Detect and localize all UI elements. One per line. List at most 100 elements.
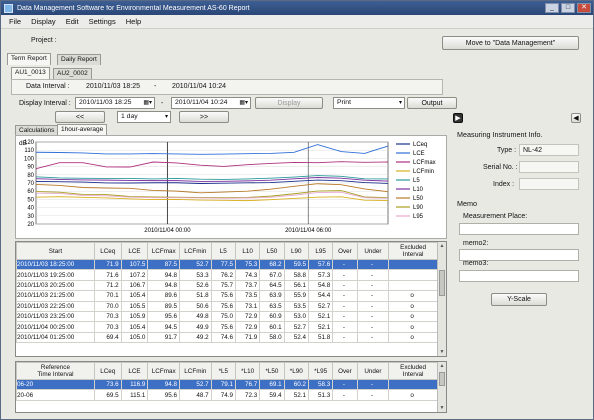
column-header[interactable]: L90 [283, 242, 309, 260]
table-cell: - [356, 389, 390, 401]
table-row[interactable]: 06-20 73.6 116.9 94.8 52.7 79.1 76.7 69.1 60.2 58… [16, 378, 438, 391]
column-header[interactable]: Over [332, 362, 358, 380]
table-row[interactable]: 20-06 69.5 115.1 95.6 48.7 74.9 72.3 59.4 52.1 51… [16, 389, 438, 401]
move-to-data-management-button[interactable]: Move to "Data Management" [442, 36, 579, 50]
serial-label: Serial No. : [483, 164, 518, 171]
project-label: Project : [31, 37, 57, 44]
table-row[interactable]: 2010/11/03 23:25:00 70.3 105.9 95.6 49.8 75.0… [16, 310, 438, 323]
menu-edit[interactable]: Edit [66, 17, 79, 26]
calendar-dropdown-icon[interactable]: ▦▾ [143, 99, 152, 106]
table-cell: 115.1 [120, 389, 149, 401]
table-cell: 2010/11/03 22:25:00 [16, 300, 95, 312]
calendar-dropdown-icon[interactable]: ▦▾ [239, 99, 248, 106]
scroll-down-icon[interactable]: ▼ [438, 348, 446, 356]
period-span-dropdown[interactable]: 1 day ▾ [117, 111, 171, 123]
app-icon [4, 3, 13, 13]
table-row[interactable]: 2010/11/03 20:25:00 71.2 106.7 94.8 52.6 75.7… [16, 279, 438, 292]
x-tick-label: 2010/11/04 00:00 [144, 228, 191, 234]
table-row[interactable]: 2010/11/03 18:25:00 71.9 107.5 87.5 52.7 77.5… [16, 258, 438, 271]
tab-term-report[interactable]: Term Report [7, 53, 51, 65]
scroll-thumb[interactable] [439, 270, 445, 296]
table-cell: - [356, 378, 390, 391]
output-button[interactable]: Output [407, 97, 457, 109]
memo3-field[interactable] [459, 270, 579, 282]
table-vertical-scrollbar[interactable]: ▲ ▼ [437, 362, 446, 412]
menu-help[interactable]: Help [126, 17, 141, 26]
table-row[interactable]: 2010/11/04 00:25:00 70.3 105.4 94.5 49.9 75.6… [16, 321, 438, 333]
table-row[interactable]: 2010/11/04 01:25:00 69.4 105.0 91.7 49.2 74.6… [16, 331, 438, 344]
table-cell: o [388, 321, 438, 333]
menu-file[interactable]: File [9, 17, 21, 26]
menu-display[interactable]: Display [31, 17, 56, 26]
close-icon[interactable]: ✕ [577, 3, 591, 13]
column-header[interactable]: LCFmin [179, 362, 212, 380]
minimize-icon[interactable]: _ [545, 3, 559, 13]
column-header[interactable]: *L5 [210, 362, 236, 380]
display-start-datetime[interactable]: 2010/11/03 18:25 ▦▾ [75, 97, 155, 109]
table-cell: - [332, 279, 358, 292]
table-cell: - [356, 290, 390, 302]
y-tick-label: 100 [24, 156, 35, 162]
column-header[interactable]: Excluded Interval [388, 362, 438, 380]
table-cell: 94.8 [147, 378, 181, 391]
hourly-results-grid: Start LCeq LCE LCFmax LCFmin L5 L10 L50 L90 L95 Ov… [16, 242, 438, 344]
column-header[interactable]: *L10 [234, 362, 261, 380]
maximize-icon[interactable]: □ [561, 3, 575, 13]
table-cell: - [332, 290, 358, 302]
column-header[interactable]: Under [356, 242, 390, 260]
column-header[interactable]: L10 [234, 242, 261, 260]
y-tick-label: 50 [27, 197, 34, 203]
next-period-button[interactable]: >> [179, 111, 229, 123]
column-header[interactable]: L5 [210, 242, 236, 260]
column-header[interactable]: L95 [307, 242, 334, 260]
column-header[interactable]: LCE [120, 362, 149, 380]
table-cell: 51.8 [307, 331, 334, 344]
table-cell: 94.8 [147, 279, 181, 292]
column-header[interactable]: LCFmax [147, 362, 181, 380]
column-header[interactable]: *L50 [259, 362, 285, 380]
y-scale-button[interactable]: Y-Scale [491, 293, 547, 306]
table-vertical-scrollbar[interactable]: ▲ ▼ [437, 242, 446, 356]
column-header[interactable]: LCeq [93, 362, 122, 380]
column-header[interactable]: Excluded Interval [388, 242, 438, 260]
table-row[interactable]: 2010/11/03 21:25:00 70.1 105.4 89.6 51.8 75.6… [16, 290, 438, 302]
column-header[interactable]: L50 [259, 242, 285, 260]
column-header[interactable]: LCFmin [179, 242, 212, 260]
display-end-value: 2010/11/04 10:24 [175, 99, 228, 106]
scroll-up-icon[interactable]: ▲ [438, 362, 446, 370]
display-end-datetime[interactable]: 2010/11/04 10:24 ▦▾ [171, 97, 251, 109]
tab-au1-0013[interactable]: AU1_0013 [11, 67, 50, 79]
column-header[interactable]: LCeq [93, 242, 122, 260]
table-cell: - [356, 300, 390, 312]
table-cell: 2010/11/04 00:25:00 [16, 321, 95, 333]
menu-bar: File Display Edit Settings Help [1, 15, 593, 29]
table-cell: 73.7 [234, 279, 261, 292]
column-header[interactable]: *L90 [283, 362, 309, 380]
legend-label: L10 [413, 187, 424, 193]
scroll-up-icon[interactable]: ▲ [438, 242, 446, 250]
column-header[interactable]: LCE [120, 242, 149, 260]
column-header[interactable]: *L95 [307, 362, 334, 380]
column-header[interactable]: Under [356, 362, 390, 380]
table-cell: 54.8 [307, 279, 334, 292]
scroll-thumb[interactable] [439, 372, 445, 386]
previous-period-button[interactable]: << [55, 111, 105, 123]
tab-daily-report[interactable]: Daily Report [57, 54, 101, 65]
print-dropdown[interactable]: Print ▾ [333, 97, 405, 109]
tab-au2-0002[interactable]: AU2_0002 [53, 68, 92, 79]
table-cell: 105.4 [120, 290, 149, 302]
display-button[interactable]: Display [255, 97, 323, 109]
column-header[interactable]: Reference Time Interval [16, 362, 95, 380]
table-row[interactable]: 2010/11/03 22:25:00 70.0 105.5 89.5 50.6 75.6… [16, 300, 438, 312]
column-header[interactable]: Over [332, 242, 358, 260]
measurement-place-field[interactable] [459, 223, 579, 235]
scroll-down-icon[interactable]: ▼ [438, 404, 446, 412]
table-row[interactable]: 2010/11/03 19:25:00 71.6 107.2 94.8 53.3 76.2… [16, 269, 438, 281]
collapse-left-arrow-icon[interactable]: ◀ [571, 113, 581, 123]
menu-settings[interactable]: Settings [89, 17, 116, 26]
data-interval-end: 2010/11/04 10:24 [172, 83, 226, 90]
table-cell: - [332, 331, 358, 344]
column-header[interactable]: LCFmax [147, 242, 181, 260]
column-header[interactable]: Start [16, 242, 95, 260]
expand-right-arrow-icon[interactable]: ▶ [453, 113, 463, 123]
